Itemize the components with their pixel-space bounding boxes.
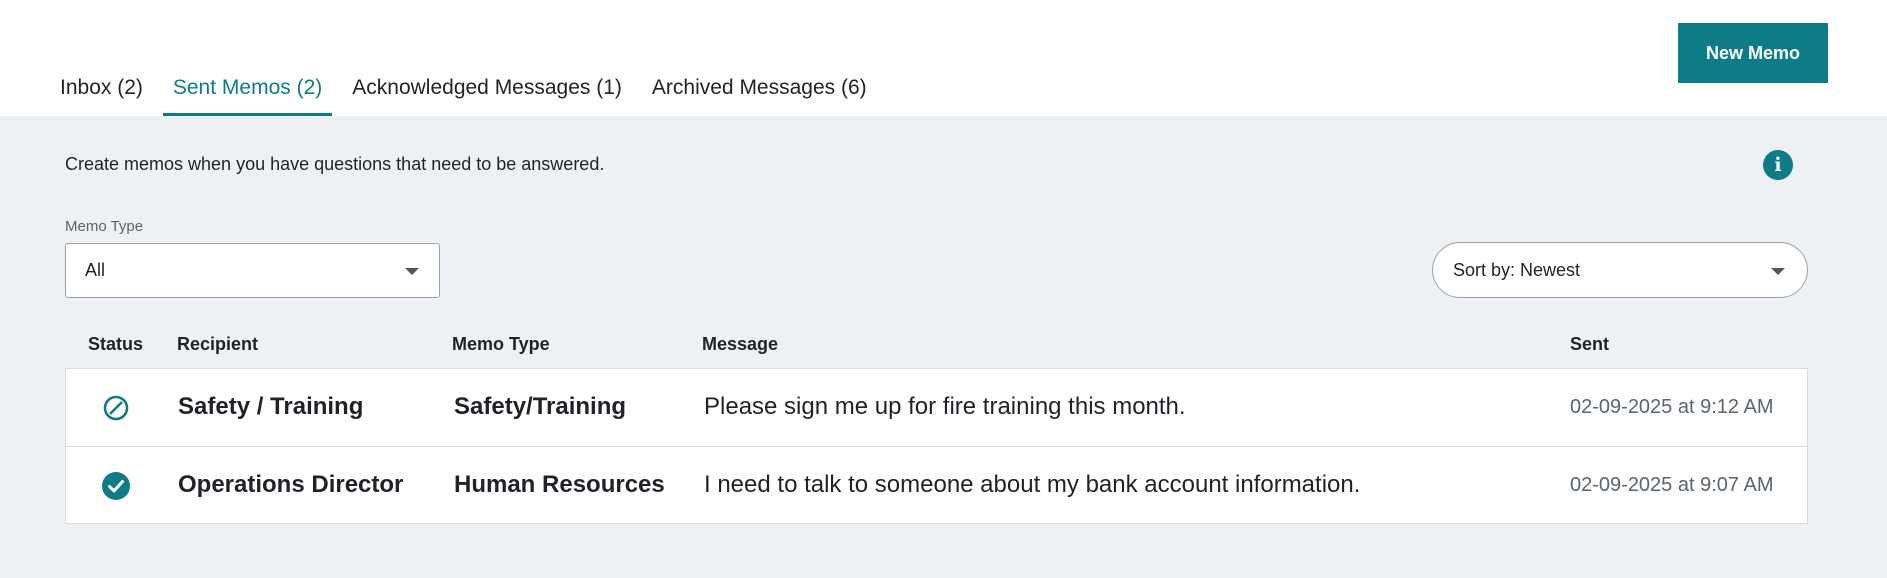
- column-header-status: Status: [88, 334, 144, 354]
- memo-type-cell: Safety/Training: [454, 393, 627, 420]
- not-acknowledged-icon: [103, 395, 129, 421]
- sent-cell: 02-09-2025 at 9:12 AM: [1570, 396, 1774, 418]
- memo-type-label: Memo Type: [65, 218, 144, 235]
- chevron-down-icon: [1771, 268, 1785, 275]
- table-header: Status Recipient Memo Type Message Sent: [65, 334, 1808, 364]
- tab-archived-messages[interactable]: Archived Messages (6): [642, 70, 877, 116]
- intro-text: Create memos when you have questions tha…: [65, 154, 605, 174]
- column-header-message: Message: [702, 334, 779, 354]
- memo-panel: Create memos when you have questions tha…: [0, 116, 1887, 578]
- sort-selected-value: Sort by: Newest: [1453, 260, 1581, 280]
- tab-sent-memos[interactable]: Sent Memos (2): [162, 70, 333, 116]
- table-row[interactable]: Operations Director Human Resources I ne…: [65, 446, 1808, 524]
- memo-tabs: Inbox (2) Sent Memos (2) Acknowledged Me…: [50, 70, 887, 116]
- recipient-cell: Safety / Training: [178, 393, 364, 420]
- sent-memos-table: Safety / Training Safety/Training Please…: [65, 368, 1808, 524]
- column-header-recipient: Recipient: [177, 334, 259, 354]
- sort-select[interactable]: Sort by: Newest: [1432, 242, 1808, 298]
- sent-cell: 02-09-2025 at 9:07 AM: [1570, 474, 1774, 496]
- acknowledged-check-icon: [102, 472, 130, 500]
- message-cell: Please sign me up for fire training this…: [704, 393, 1186, 420]
- message-cell: I need to talk to someone about my bank …: [704, 471, 1361, 498]
- table-row[interactable]: Safety / Training Safety/Training Please…: [65, 368, 1808, 446]
- info-icon[interactable]: i: [1763, 150, 1793, 180]
- new-memo-button[interactable]: New Memo: [1678, 23, 1828, 83]
- tab-acknowledged-messages[interactable]: Acknowledged Messages (1): [342, 70, 632, 116]
- tab-inbox[interactable]: Inbox (2): [50, 70, 153, 116]
- memo-type-cell: Human Resources: [454, 471, 665, 498]
- memo-type-selected-value: All: [85, 260, 106, 280]
- chevron-down-icon: [405, 268, 419, 275]
- top-bar: Inbox (2) Sent Memos (2) Acknowledged Me…: [0, 0, 1887, 116]
- column-header-sent: Sent: [1570, 334, 1610, 354]
- column-header-memo-type: Memo Type: [452, 334, 550, 354]
- recipient-cell: Operations Director: [178, 471, 404, 498]
- memo-type-select[interactable]: All: [65, 243, 440, 298]
